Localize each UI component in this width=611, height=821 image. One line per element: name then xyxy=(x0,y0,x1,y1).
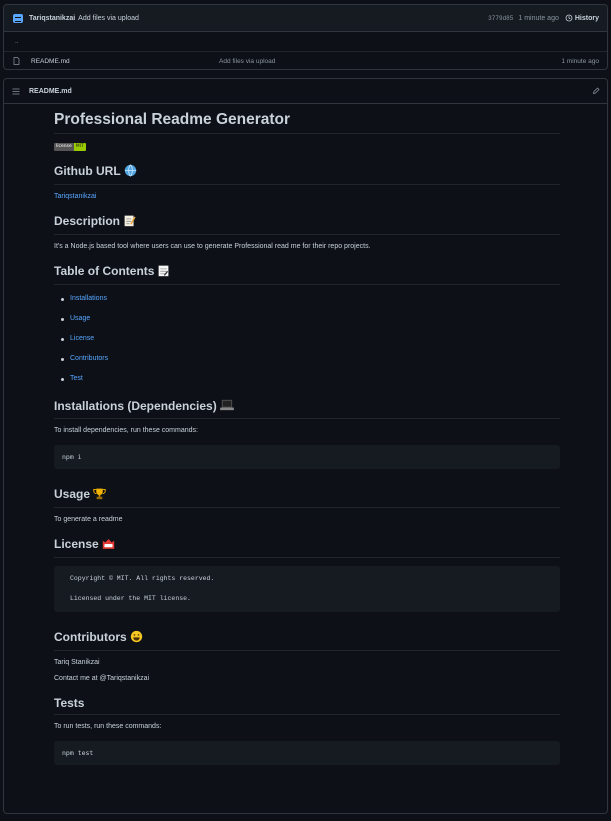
readme-box: README.md Professional Readme Generator … xyxy=(3,78,608,814)
tests-heading: Tests xyxy=(54,696,560,715)
toc-link-usage[interactable]: Usage xyxy=(70,315,90,322)
license-code-block[interactable]: Copyright © MIT. All rights reserved. Lic… xyxy=(54,565,560,612)
badge-label: license xyxy=(54,143,74,151)
tests-heading-text: Tests xyxy=(54,695,85,710)
toc-heading: Table of Contents xyxy=(54,264,560,285)
toc-list: Installations Usage License Contributors… xyxy=(54,293,560,393)
list-item: Contributors xyxy=(54,353,560,373)
usage-text: To generate a readme xyxy=(54,516,123,524)
github-heading-text: Github URL xyxy=(54,164,121,179)
smiley-emoji xyxy=(130,630,143,646)
installations-code: npm i xyxy=(62,453,82,462)
license-heading: License xyxy=(54,537,560,558)
installations-heading: Installations (Dependencies) xyxy=(54,399,560,420)
laptop-emoji xyxy=(219,399,234,414)
toc-link-contributors[interactable]: Contributors xyxy=(70,355,108,362)
license-line-copyright: Copyright © MIT. All rights reserved. xyxy=(70,574,215,582)
latest-commit-box: Tariqstanikzai Add files via upload 3779… xyxy=(3,4,608,70)
contributors-heading: Contributors xyxy=(54,630,560,651)
toc-heading-text: Table of Contents xyxy=(54,264,155,279)
description-heading: Description xyxy=(54,214,560,235)
list-item: Test xyxy=(54,373,560,393)
commit-author[interactable]: Tariqstanikzai xyxy=(29,15,75,22)
toc-link-license[interactable]: License xyxy=(70,335,94,342)
parent-directory-row[interactable]: .. xyxy=(4,32,607,51)
history-icon xyxy=(565,14,573,22)
license-line-mit: Licensed under the MIT license. xyxy=(70,594,191,602)
tests-code-block[interactable]: npm test xyxy=(54,740,560,765)
readme-content: Professional Readme Generator license MI… xyxy=(54,111,560,777)
file-commit-message[interactable]: Add files via upload xyxy=(219,58,561,65)
list-icon[interactable] xyxy=(12,88,20,95)
contributor-name: Tariq Stanikzai xyxy=(54,658,100,666)
description-text: It's a Node.js based tool where users ca… xyxy=(54,243,371,250)
list-item: Usage xyxy=(54,313,560,333)
description-heading-text: Description xyxy=(54,214,121,229)
contributors-heading-text: Contributors xyxy=(54,629,127,644)
commit-message[interactable]: Add files via upload xyxy=(78,15,139,22)
commit-header: Tariqstanikzai Add files via upload 3779… xyxy=(4,5,607,32)
github-link[interactable]: Tariqstanikzai xyxy=(54,193,96,200)
tests-text: To run tests, run these commands: xyxy=(54,722,162,730)
commit-time: 1 minute ago xyxy=(518,14,559,22)
toc-link-installations[interactable]: Installations xyxy=(70,295,107,302)
name-badge-emoji xyxy=(102,538,115,553)
tests-code: npm test xyxy=(62,748,94,757)
installations-text: To install dependencies, run these comma… xyxy=(54,427,198,435)
installations-heading-text: Installations (Dependencies) xyxy=(54,399,217,413)
usage-heading: Usage xyxy=(54,487,560,509)
history-label: History xyxy=(574,14,599,22)
avatar-icon[interactable] xyxy=(13,13,23,23)
file-icon xyxy=(13,57,25,65)
parent-directory-link[interactable]: .. xyxy=(15,38,19,45)
commit-sha[interactable]: 3779d85 xyxy=(488,15,513,22)
readme-filename: README.md xyxy=(29,87,72,95)
file-row[interactable]: README.md Add files via upload 1 minute … xyxy=(4,51,607,70)
history-link[interactable]: History xyxy=(565,14,599,22)
list-item: Installations xyxy=(54,293,560,313)
file-time: 1 minute ago xyxy=(561,57,599,65)
usage-heading-text: Usage xyxy=(54,487,91,502)
license-heading-text: License xyxy=(54,537,99,552)
toc-link-test[interactable]: Test xyxy=(70,375,83,382)
readme-header: README.md xyxy=(4,79,607,104)
github-heading: Github URL xyxy=(54,164,560,185)
readme-title: Professional Readme Generator xyxy=(54,111,560,134)
license-badge[interactable]: license MIT xyxy=(54,143,86,151)
notepad-emoji xyxy=(157,264,170,280)
trophy-emoji xyxy=(93,487,106,503)
memo-emoji xyxy=(123,214,136,230)
globe-emoji xyxy=(124,164,137,180)
list-item: License xyxy=(54,333,560,353)
badge-value: MIT xyxy=(73,143,86,151)
pencil-icon[interactable] xyxy=(592,87,600,95)
installations-code-block[interactable]: npm i xyxy=(54,445,560,470)
contributor-contact: Contact me at @Tariqstanikzai xyxy=(54,674,150,682)
file-name-link[interactable]: README.md xyxy=(31,58,219,65)
